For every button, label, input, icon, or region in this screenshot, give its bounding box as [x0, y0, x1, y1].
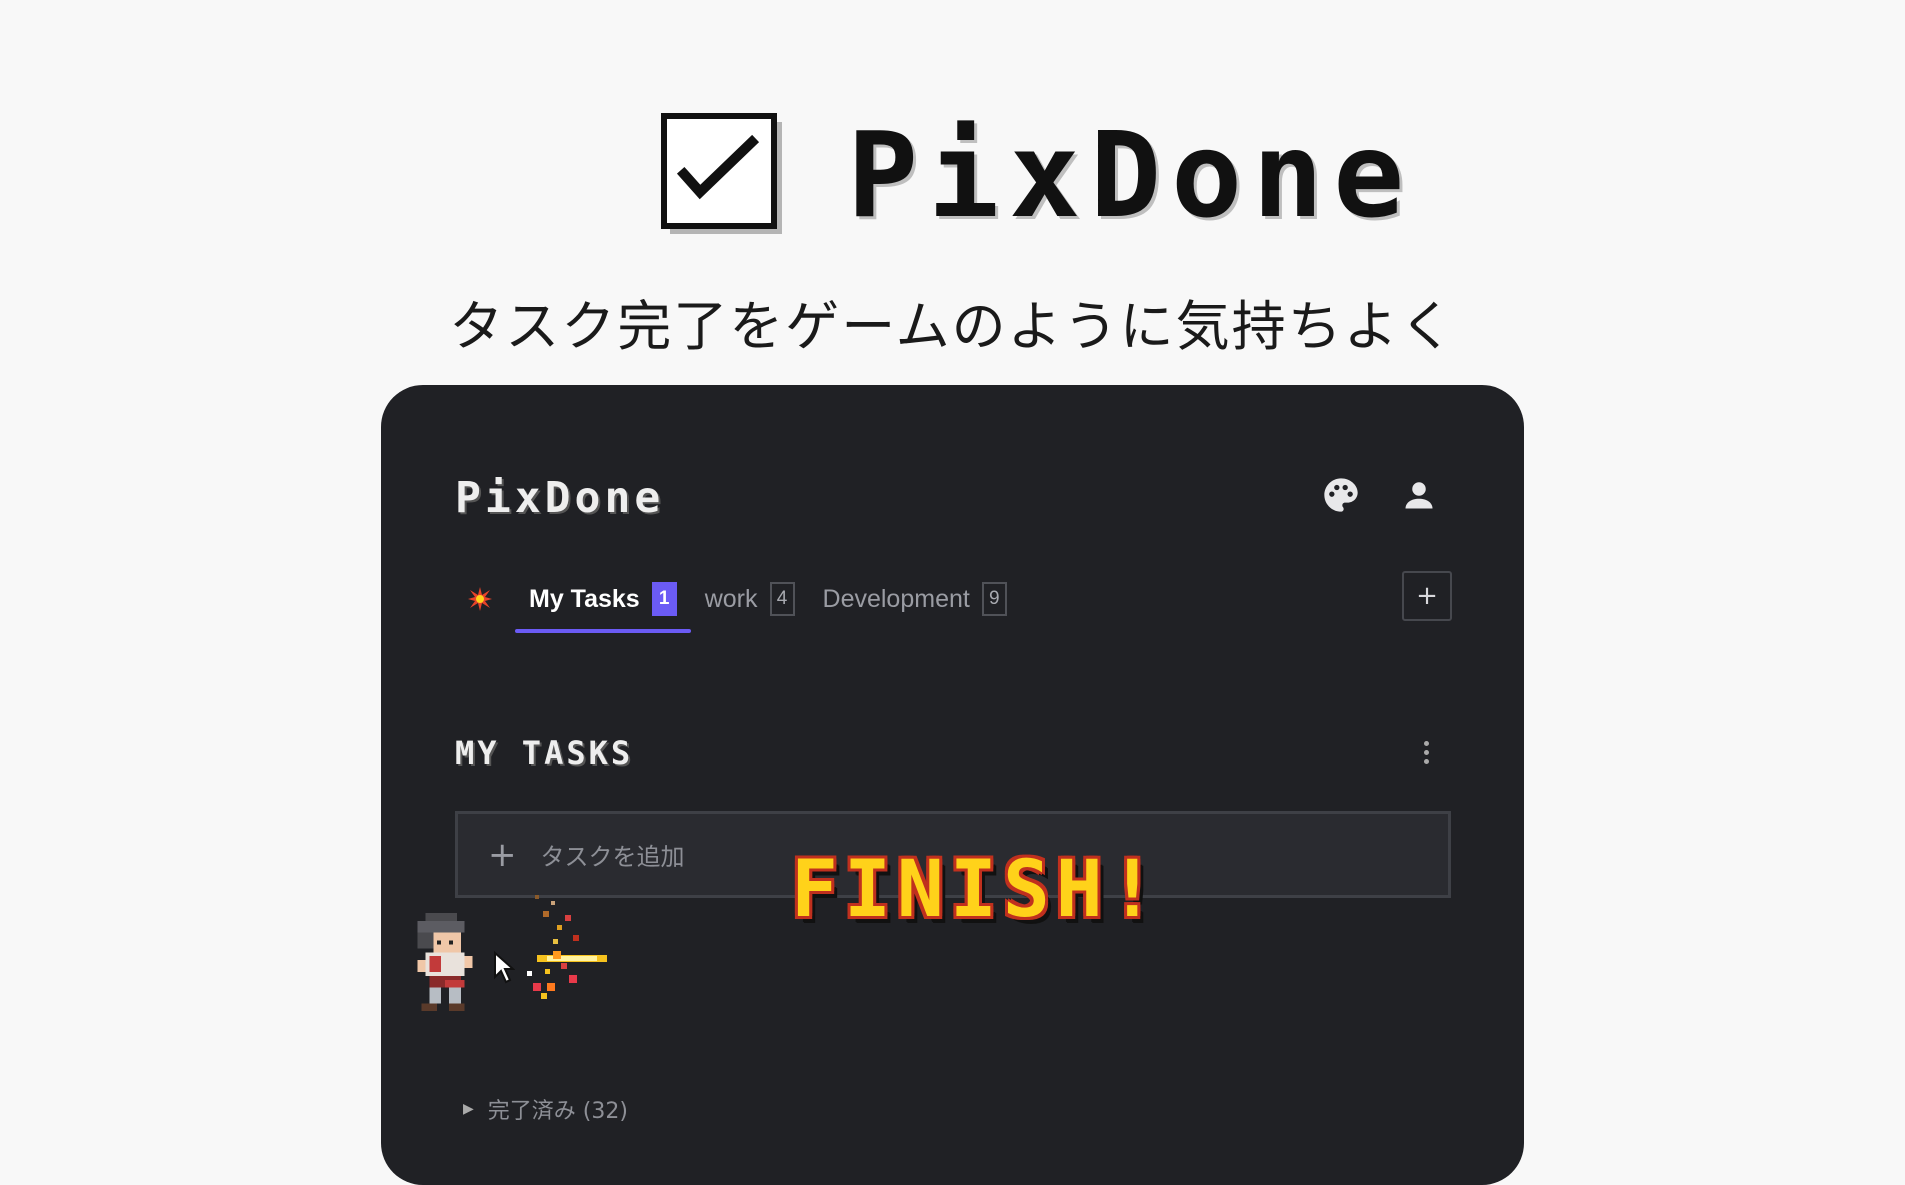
tab-count-badge: 9 [981, 582, 1007, 616]
tab-bar: My Tasks 1 work 4 Development 9 [467, 575, 1021, 633]
mouse-cursor-icon [494, 951, 515, 984]
tab-label: work [704, 584, 758, 613]
section-title: MY TASKS [455, 734, 634, 772]
plus-icon: + [488, 834, 517, 875]
app-window: PixDone My Tasks 1 work 4 Development 9 … [381, 385, 1524, 1185]
tab-my-tasks[interactable]: My Tasks 1 [515, 575, 691, 633]
tab-work[interactable]: work 4 [691, 575, 809, 623]
tab-count-badge: 1 [651, 582, 677, 616]
add-task-placeholder: タスクを追加 [540, 843, 685, 871]
tab-label: My Tasks [529, 584, 640, 613]
app-title: PixDone [455, 473, 665, 523]
hero-logo: PixDone [660, 112, 1414, 237]
palette-button[interactable] [1317, 471, 1365, 519]
finish-banner: FINISH! [791, 845, 1162, 935]
slash-spark-effect-icon [527, 895, 607, 999]
user-button[interactable] [1395, 471, 1443, 519]
checkbox-check-icon [661, 113, 782, 234]
user-icon [1405, 482, 1433, 509]
more-options-button[interactable] [1411, 735, 1441, 769]
completed-toggle[interactable]: ▶ 完了済み (32) [463, 1093, 628, 1125]
pixel-character-icon [417, 913, 473, 1012]
burst-icon [468, 587, 492, 611]
expand-triangle-icon: ▶ [463, 1101, 474, 1117]
more-vertical-icon [1423, 740, 1429, 764]
tab-count-badge: 4 [769, 582, 795, 616]
hero-title: PixDone [847, 105, 1415, 244]
tab-development[interactable]: Development 9 [809, 575, 1021, 623]
palette-icon [1324, 478, 1358, 512]
tab-label: Development [822, 584, 970, 613]
add-tab-button[interactable]: + [1402, 571, 1452, 621]
completed-label: 完了済み (32) [487, 1099, 628, 1124]
hero-tagline: タスク完了をゲームのように気持ちよく [449, 295, 1456, 358]
